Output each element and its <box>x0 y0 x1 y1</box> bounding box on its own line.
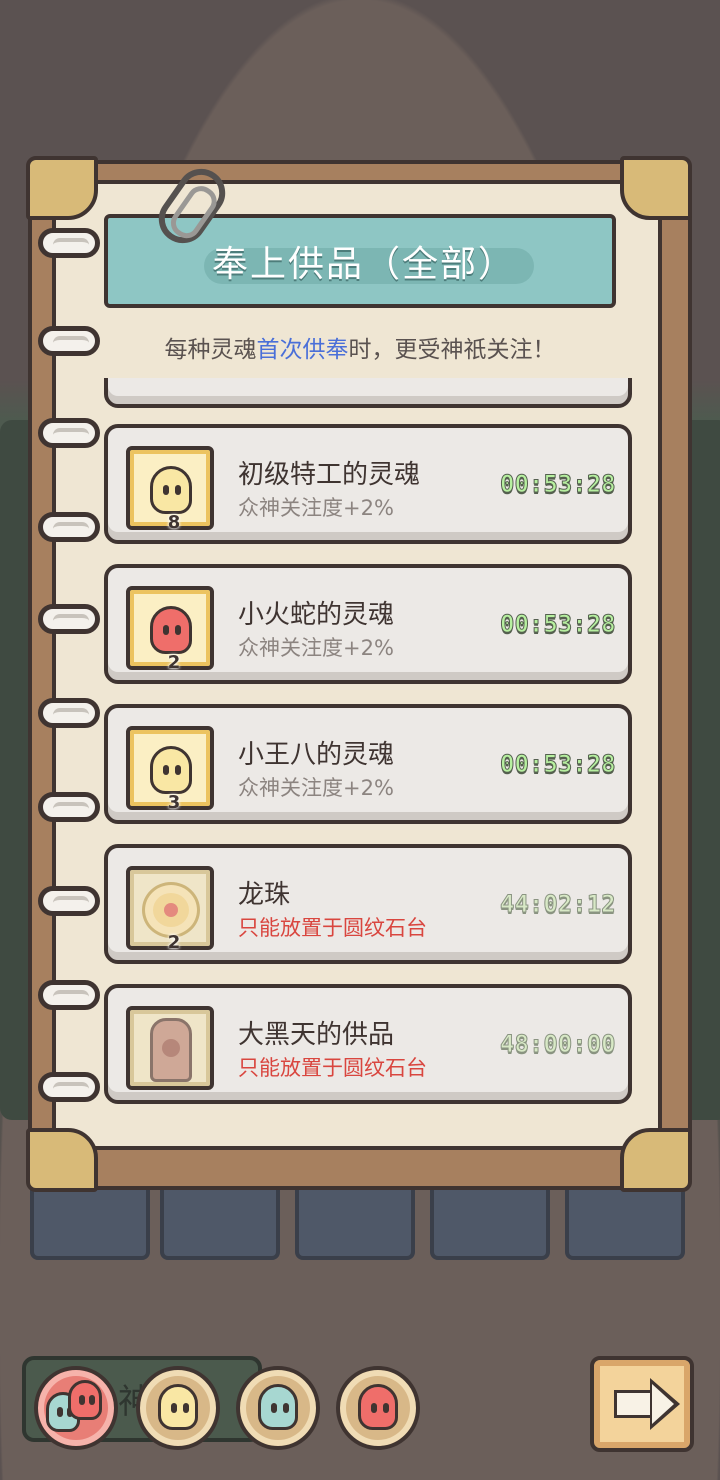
item-desc: 众神关注度+2% <box>238 496 394 520</box>
item-slot: 8 <box>126 446 214 533</box>
item-slot: 2 <box>126 866 214 953</box>
item-name: 小王八的灵魂 <box>238 740 395 770</box>
arrow-right-icon <box>614 1390 654 1418</box>
item-timer: 44:02:12 <box>500 890 617 919</box>
corner-bracket <box>26 156 98 220</box>
offering-item[interactable]: 大黑天的供品 只能放置于圆纹石台 48:00:00 <box>104 984 632 1104</box>
item-name: 小火蛇的灵魂 <box>238 600 395 630</box>
corner-bracket <box>26 1128 98 1192</box>
corner-bracket <box>620 156 692 220</box>
filter-red-soul-button[interactable] <box>336 1366 420 1450</box>
subtitle-highlight: 首次供奉 <box>256 337 349 363</box>
item-name: 大黑天的供品 <box>238 1020 395 1050</box>
item-timer: 48:00:00 <box>500 1030 617 1059</box>
subtitle-suffix: 时，更受神祇关注！ <box>348 337 556 363</box>
stone-tile <box>160 1180 280 1260</box>
stone-tile <box>30 1180 150 1260</box>
item-timer: 00:53:28 <box>500 610 617 639</box>
filter-yellow-soul-button[interactable] <box>136 1366 220 1450</box>
binder-ring <box>38 886 100 916</box>
red-soul-icon <box>358 1384 398 1430</box>
item-slot <box>126 1006 214 1090</box>
yellow-soul-icon <box>150 746 192 794</box>
next-button[interactable] <box>590 1356 694 1452</box>
item-name: 初级特工的灵魂 <box>238 460 421 490</box>
item-timer: 00:53:28 <box>500 470 617 499</box>
item-count: 2 <box>167 932 181 953</box>
arrow-right-icon-head <box>650 1378 680 1430</box>
corner-bracket <box>620 1128 692 1192</box>
subtitle-prefix: 每种灵魂 <box>164 337 257 363</box>
item-desc: 众神关注度+2% <box>238 636 394 660</box>
item-slot: 3 <box>126 726 214 813</box>
item-count: 8 <box>167 512 181 533</box>
binder-ring <box>38 512 100 542</box>
yellow-soul-icon <box>150 466 192 514</box>
binder-ring <box>38 418 100 448</box>
offering-list[interactable]: 8 初级特工的灵魂 众神关注度+2% 00:53:28 2 小火蛇的灵魂 众神关… <box>100 378 636 1108</box>
yellow-soul-icon <box>158 1384 198 1430</box>
stone-tile <box>430 1180 550 1260</box>
statue-icon <box>150 1018 192 1082</box>
binder-ring <box>38 604 100 634</box>
teal-soul-icon <box>258 1384 298 1430</box>
offering-item[interactable]: 2 龙珠 只能放置于圆纹石台 44:02:12 <box>104 844 632 964</box>
binder-ring <box>38 326 100 356</box>
item-count: 2 <box>167 652 181 673</box>
red-soul-icon <box>150 606 192 654</box>
filter-teal-soul-button[interactable] <box>236 1366 320 1450</box>
item-desc: 众神关注度+2% <box>238 776 394 800</box>
binder-ring <box>38 1072 100 1102</box>
background-stone-tiles <box>0 1180 720 1270</box>
binder-ring <box>38 980 100 1010</box>
item-slot: 2 <box>126 586 214 673</box>
stone-tile <box>295 1180 415 1260</box>
red-soul-icon <box>68 1380 102 1420</box>
offering-item-partial <box>104 378 632 408</box>
binder-ring <box>38 228 100 258</box>
item-name: 龙珠 <box>238 880 291 910</box>
item-desc: 只能放置于圆纹石台 <box>238 1056 427 1080</box>
binder-ring <box>38 698 100 728</box>
binder-ring <box>38 792 100 822</box>
offering-item[interactable]: 2 小火蛇的灵魂 众神关注度+2% 00:53:28 <box>104 564 632 684</box>
item-timer: 00:53:28 <box>500 750 617 779</box>
item-count: 3 <box>167 792 181 813</box>
stone-tile <box>565 1180 685 1260</box>
offering-item[interactable]: 8 初级特工的灵魂 众神关注度+2% 00:53:28 <box>104 424 632 544</box>
dialog-subtitle: 每种灵魂首次供奉时，更受神祇关注！ <box>104 330 616 370</box>
dragon-orb-icon <box>142 882 200 938</box>
item-desc: 只能放置于圆纹石台 <box>238 916 427 940</box>
filter-all-souls-button[interactable] <box>34 1366 118 1450</box>
offering-item[interactable]: 3 小王八的灵魂 众神关注度+2% 00:53:28 <box>104 704 632 824</box>
